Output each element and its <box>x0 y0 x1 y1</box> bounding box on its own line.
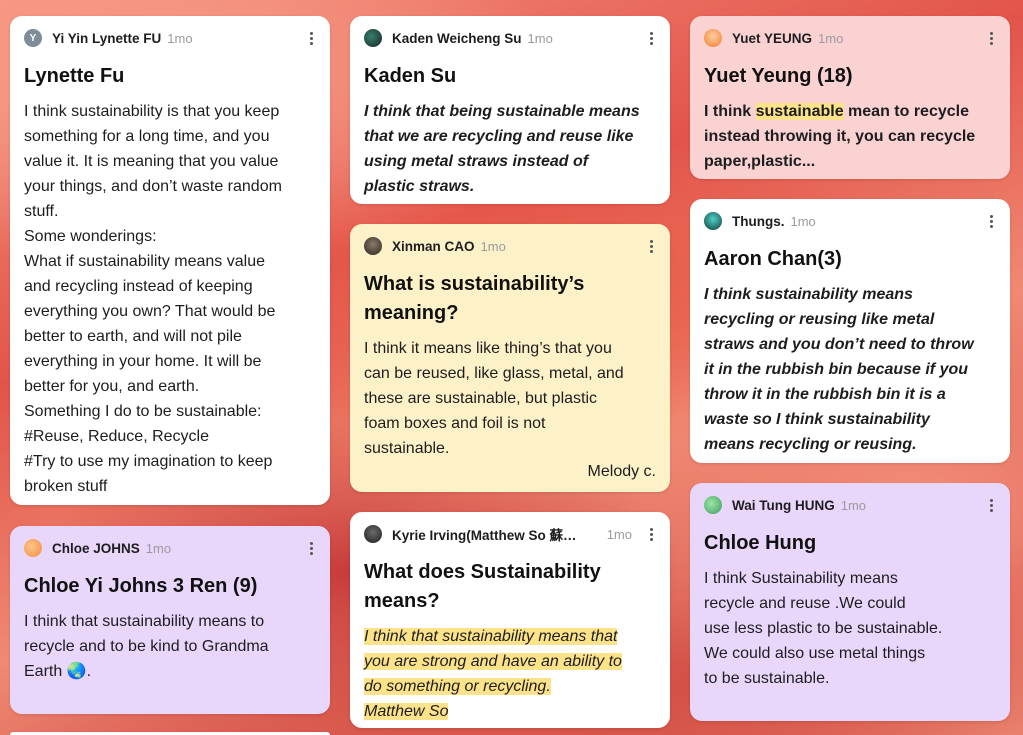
post-header: Xinman CAO 1mo <box>364 236 656 256</box>
post-body: I think it means like thing’s that you c… <box>364 340 624 457</box>
post-body: I think sustainability is that you keep … <box>24 103 282 495</box>
post-header: Thungs. 1mo <box>704 211 996 231</box>
more-vertical-icon[interactable] <box>646 526 656 543</box>
post-card-yuet[interactable]: Yuet YEUNG 1mo Yuet Yeung (18) I think s… <box>690 16 1010 179</box>
post-time: 1mo <box>790 213 816 229</box>
more-vertical-icon[interactable] <box>986 30 996 47</box>
post-time: 1mo <box>818 30 844 46</box>
post-header: Wai Tung HUNG 1mo <box>704 495 996 515</box>
avatar <box>704 29 722 47</box>
post-title: Lynette Fu <box>24 65 125 87</box>
avatar <box>364 525 382 543</box>
avatar <box>704 496 722 514</box>
post-header: Y Yi Yin Lynette FU 1mo <box>24 28 316 48</box>
post-header: Kyrie Irving(Matthew So 蘇… 1mo <box>364 524 656 544</box>
more-vertical-icon[interactable] <box>986 213 996 230</box>
post-time: 1mo <box>145 540 172 556</box>
post-card-kyrie[interactable]: Kyrie Irving(Matthew So 蘇… 1mo What does… <box>350 512 670 728</box>
post-time: 1mo <box>606 526 632 542</box>
post-card-chloe-johns[interactable]: Chloe JOHNS 1mo Chloe Yi Johns 3 Ren (9)… <box>10 526 330 714</box>
post-time: 1mo <box>480 238 506 254</box>
post-signature: Melody c. <box>587 463 656 480</box>
author-name[interactable]: Kyrie Irving(Matthew So 蘇… <box>392 524 577 544</box>
avatar <box>364 29 382 47</box>
post-time: 1mo <box>167 30 193 46</box>
post-body: I think that sustainability means to rec… <box>24 613 269 680</box>
more-vertical-icon[interactable] <box>306 30 316 47</box>
post-card-kaden[interactable]: Kaden Weicheng Su 1mo Kaden Su I think t… <box>350 16 670 204</box>
post-title: Aaron Chan(3) <box>704 248 842 270</box>
author-name[interactable]: Yuet YEUNG <box>732 31 812 46</box>
author-name[interactable]: Kaden Weicheng Su <box>392 31 522 46</box>
post-body: I think sustainable mean to recycle inst… <box>704 103 976 170</box>
post-header: Chloe JOHNS 1mo <box>24 538 316 558</box>
post-time: 1mo <box>840 497 867 513</box>
author-name[interactable]: Chloe JOHNS <box>52 541 140 556</box>
post-title: Chloe Yi Johns 3 Ren (9) <box>24 575 258 597</box>
avatar <box>24 539 42 557</box>
post-title: What is sustainability’s meaning? <box>364 273 585 324</box>
more-vertical-icon[interactable] <box>306 540 316 557</box>
post-card-chloe-hung[interactable]: Wai Tung HUNG 1mo Chloe Hung I think Sus… <box>690 483 1010 721</box>
avatar <box>364 237 382 255</box>
post-card-aaron[interactable]: Thungs. 1mo Aaron Chan(3) I think sustai… <box>690 199 1010 463</box>
post-body: I think that sustainability means that y… <box>364 628 622 720</box>
post-header: Yuet YEUNG 1mo <box>704 28 996 48</box>
post-title: What does Sustainability means? <box>364 561 601 612</box>
post-body: I think sustainability means recycling o… <box>704 286 974 453</box>
author-name[interactable]: Yi Yin Lynette FU <box>52 31 161 46</box>
post-title: Kaden Su <box>364 65 457 87</box>
post-time: 1mo <box>527 30 553 46</box>
more-vertical-icon[interactable] <box>646 30 656 47</box>
post-title: Yuet Yeung (18) <box>704 65 853 87</box>
more-vertical-icon[interactable] <box>986 497 996 514</box>
avatar <box>704 212 722 230</box>
post-header: Kaden Weicheng Su 1mo <box>364 28 656 48</box>
author-name[interactable]: Thungs. <box>732 214 785 229</box>
post-body: I think Sustainability means recycle and… <box>704 570 943 687</box>
post-body: I think that being sustainable means tha… <box>364 103 640 195</box>
more-vertical-icon[interactable] <box>646 238 656 255</box>
post-card-lynette[interactable]: Y Yi Yin Lynette FU 1mo Lynette Fu I thi… <box>10 16 330 505</box>
post-title: Chloe Hung <box>704 532 817 554</box>
post-card-xinman[interactable]: Xinman CAO 1mo What is sustainability’s … <box>350 224 670 492</box>
avatar: Y <box>24 29 42 47</box>
author-name[interactable]: Xinman CAO <box>392 239 475 254</box>
author-name[interactable]: Wai Tung HUNG <box>732 498 835 513</box>
